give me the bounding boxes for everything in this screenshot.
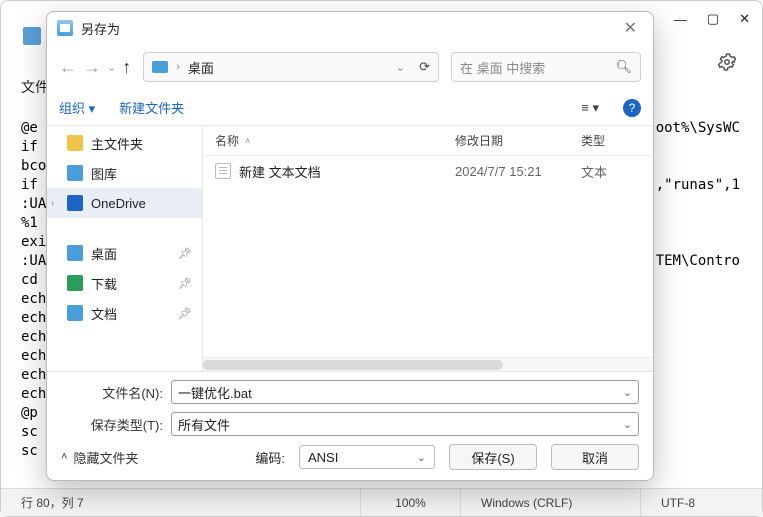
column-type[interactable]: 类型	[569, 132, 653, 149]
dialog-title: 另存为	[81, 19, 618, 38]
sidebar-item-documents[interactable]: 文档 📌︎	[47, 298, 202, 328]
path-segment[interactable]: 桌面	[188, 58, 214, 77]
sidebar-item-desktop[interactable]: 桌面 📌︎	[47, 238, 202, 268]
file-type: 文本	[569, 162, 653, 181]
minimize-icon[interactable]: —	[674, 12, 687, 27]
horizontal-scrollbar[interactable]	[203, 357, 653, 371]
chevron-down-icon[interactable]: ⌄	[623, 418, 632, 431]
chevron-down-icon[interactable]: ⌄	[396, 61, 405, 74]
filetype-label: 保存类型(T):	[61, 415, 163, 434]
pin-icon: 📌︎	[178, 277, 192, 290]
status-zoom: 100%	[361, 489, 461, 516]
dialog-titlebar: 另存为 ✕	[47, 12, 653, 44]
nav-back-icon[interactable]: ←	[59, 57, 77, 78]
save-as-dialog: 另存为 ✕ ← → ⌄ ↑ › 桌面 ⌄ ⟳ 在 桌面 中搜索 🔍︎ 组织 ▾ …	[46, 11, 654, 481]
status-eol: Windows (CRLF)	[461, 489, 641, 516]
encoding-label: 编码:	[255, 448, 285, 467]
pin-icon: 📌︎	[178, 307, 192, 320]
column-date[interactable]: 修改日期	[443, 132, 569, 149]
view-menu[interactable]: ≡ ▾	[581, 100, 599, 116]
chevron-right-icon: ›	[176, 61, 180, 73]
help-icon[interactable]: ?	[623, 99, 641, 117]
close-icon[interactable]: ✕	[618, 18, 643, 38]
search-input[interactable]: 在 桌面 中搜索 🔍︎	[451, 52, 641, 82]
nav-forward-icon[interactable]: →	[83, 57, 101, 78]
sidebar-item-home[interactable]: 主文件夹	[47, 128, 202, 158]
gear-icon[interactable]	[718, 53, 736, 71]
nav-up-icon[interactable]: ↑	[122, 57, 131, 78]
sidebar-item-label: 主文件夹	[91, 134, 143, 153]
file-list: 名称 ˄ 修改日期 类型 新建 文本文档 2024/7/7 15:21 文本	[203, 126, 653, 371]
table-row[interactable]: 新建 文本文档 2024/7/7 15:21 文本	[203, 156, 653, 186]
chevron-down-icon[interactable]: ⌄	[107, 61, 116, 74]
maximize-icon[interactable]: ▢	[707, 11, 719, 27]
new-folder-button[interactable]: 新建文件夹	[119, 98, 184, 117]
encoding-select[interactable]: ANSI ⌄	[299, 445, 435, 469]
sort-caret-icon: ˄	[245, 136, 250, 146]
sidebar: 主文件夹 图库 › OneDrive 桌面 📌︎ 下载 📌︎	[47, 126, 203, 371]
text-file-icon	[215, 163, 231, 179]
filetype-select[interactable]: 所有文件 ⌄	[171, 412, 639, 436]
cancel-button[interactable]: 取消	[551, 444, 639, 470]
refresh-icon[interactable]: ⟳	[419, 59, 430, 75]
download-icon	[67, 275, 83, 291]
column-name[interactable]: 名称 ˄	[203, 132, 443, 149]
sidebar-item-label: 桌面	[91, 244, 117, 263]
home-icon	[67, 135, 83, 151]
search-placeholder: 在 桌面 中搜索	[460, 58, 615, 77]
sidebar-item-gallery[interactable]: 图库	[47, 158, 202, 188]
desktop-icon	[152, 61, 168, 73]
document-icon	[67, 305, 83, 321]
sidebar-item-label: 文档	[91, 304, 117, 323]
filename-input[interactable]: 一键优化.bat ⌄	[171, 380, 639, 404]
pin-icon: 📌︎	[178, 247, 192, 260]
sidebar-item-onedrive[interactable]: › OneDrive	[47, 188, 202, 218]
file-date: 2024/7/7 15:21	[443, 164, 569, 179]
column-headers: 名称 ˄ 修改日期 类型	[203, 126, 653, 156]
status-position: 行 80，列 7	[1, 489, 361, 516]
toolbar: 组织 ▾ 新建文件夹 ≡ ▾ ?	[47, 90, 653, 126]
onedrive-icon	[67, 195, 83, 211]
organize-menu[interactable]: 组织 ▾	[59, 98, 95, 117]
hide-folders-toggle[interactable]: ˄ 隐藏文件夹	[61, 448, 138, 467]
sidebar-item-label: 图库	[91, 164, 117, 183]
close-icon[interactable]: ✕	[739, 11, 750, 27]
dialog-bottom: 文件名(N): 一键优化.bat ⌄ 保存类型(T): 所有文件 ⌄ ˄ 隐藏文…	[47, 371, 653, 480]
filename-label: 文件名(N):	[61, 383, 163, 402]
file-name: 新建 文本文档	[239, 162, 321, 181]
notepad-icon	[57, 20, 73, 36]
status-encoding: UTF-8	[641, 489, 762, 516]
chevron-down-icon: ˄	[61, 451, 67, 463]
sidebar-item-label: 下载	[91, 274, 117, 293]
chevron-right-icon[interactable]: ›	[51, 198, 54, 209]
address-bar-row: ← → ⌄ ↑ › 桌面 ⌄ ⟳ 在 桌面 中搜索 🔍︎	[47, 44, 653, 90]
path-box[interactable]: › 桌面 ⌄ ⟳	[143, 52, 439, 82]
status-bar: 行 80，列 7 100% Windows (CRLF) UTF-8	[1, 488, 762, 516]
chevron-down-icon[interactable]: ⌄	[623, 386, 632, 399]
gallery-icon	[67, 165, 83, 181]
chevron-down-icon[interactable]: ⌄	[417, 451, 426, 464]
desktop-icon	[67, 245, 83, 261]
file-menu[interactable]: 文件	[21, 77, 49, 97]
sidebar-item-downloads[interactable]: 下载 📌︎	[47, 268, 202, 298]
sidebar-item-label: OneDrive	[91, 196, 146, 211]
notepad-app-icon	[23, 27, 41, 45]
search-icon: 🔍︎	[615, 59, 632, 75]
save-button[interactable]: 保存(S)	[449, 444, 537, 470]
